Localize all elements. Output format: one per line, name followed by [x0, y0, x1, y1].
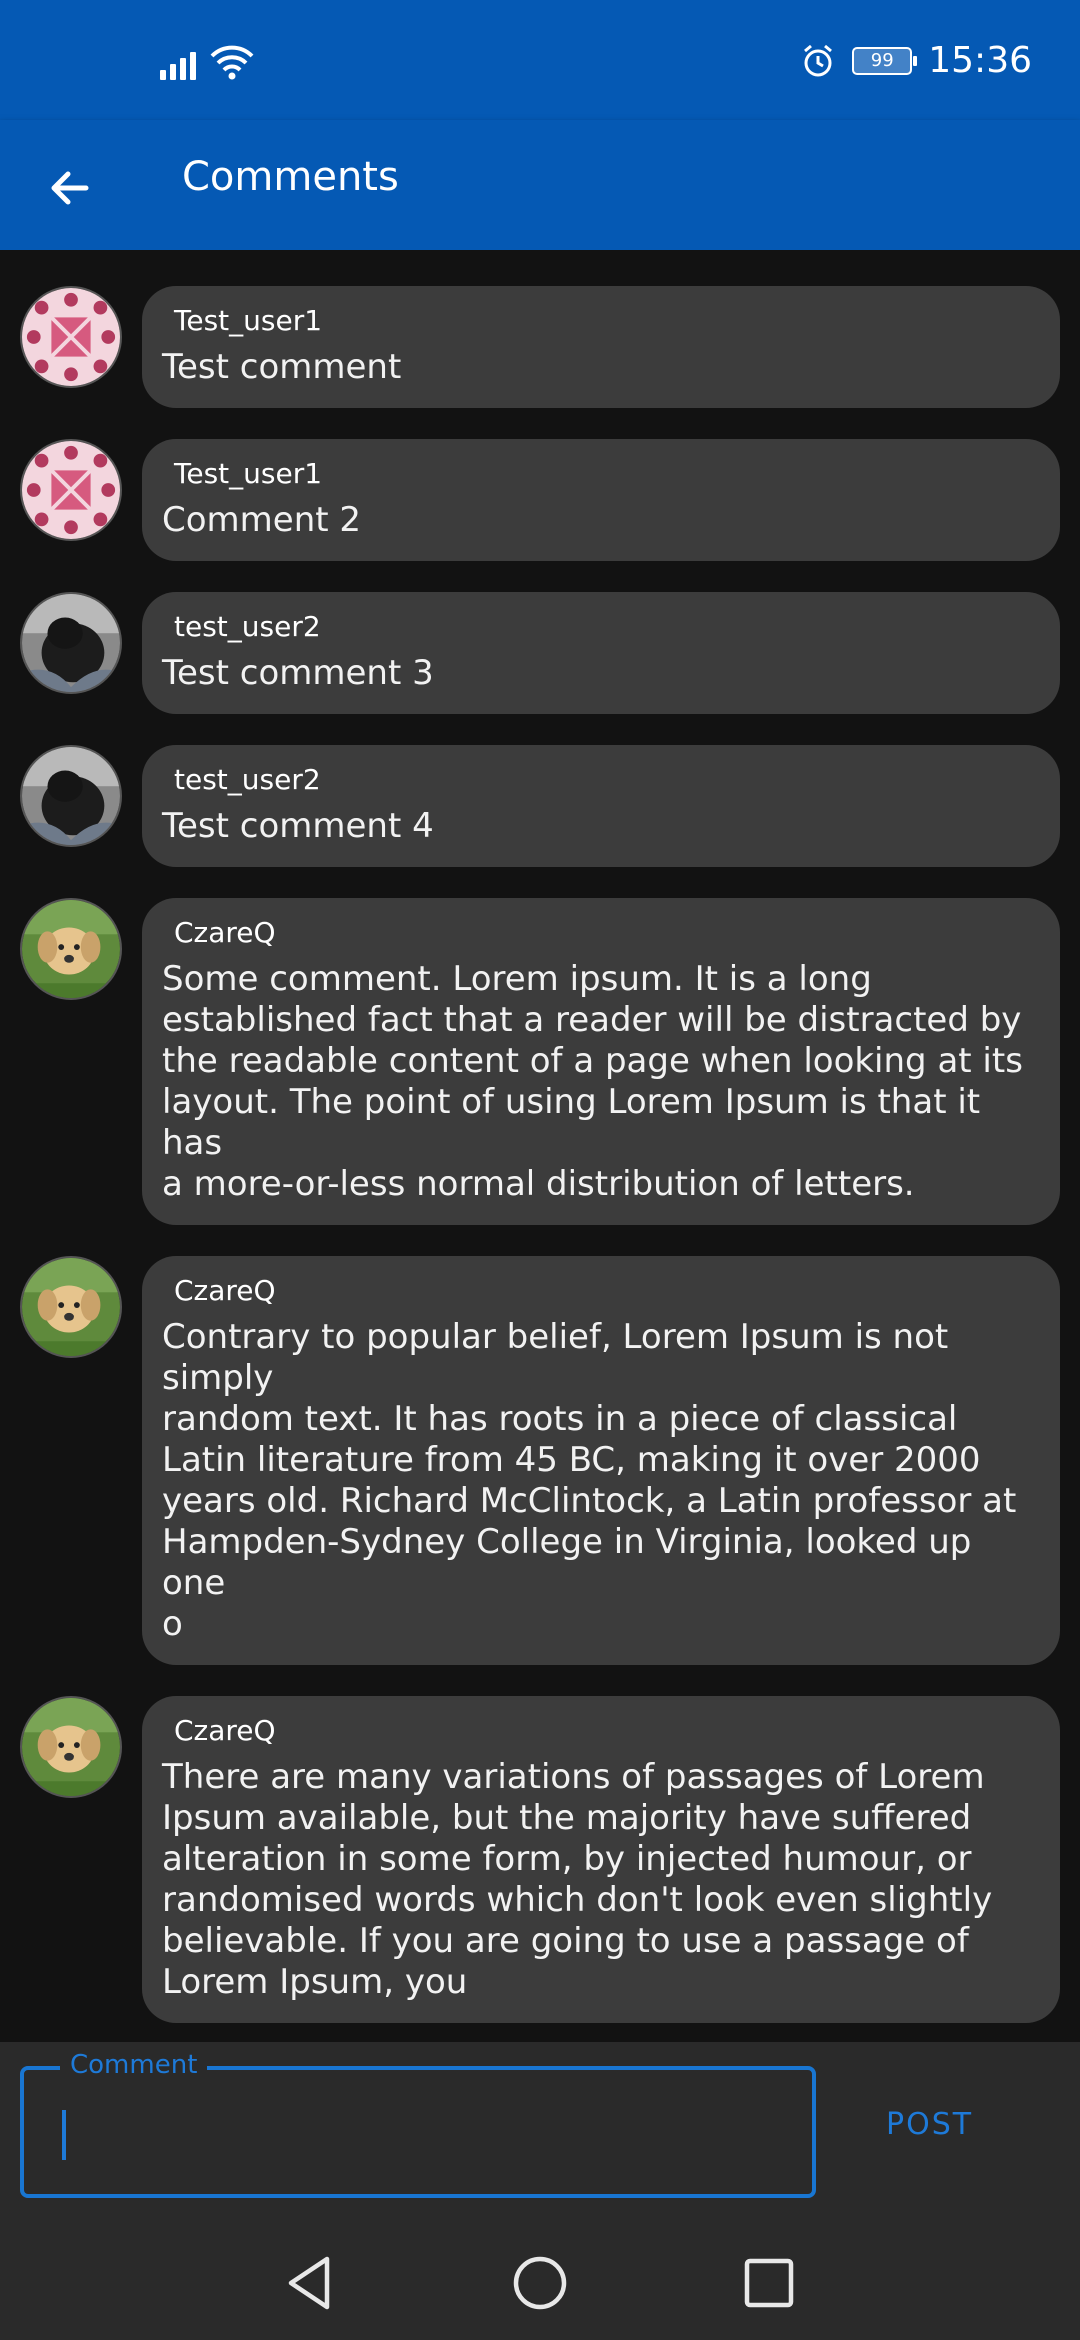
comment-username: test_user2: [174, 610, 321, 643]
comment-username: CzareQ: [174, 1274, 276, 1307]
battery-icon: 99: [852, 46, 918, 75]
comment-input[interactable]: [58, 2110, 788, 2160]
comment-username: test_user2: [174, 763, 321, 796]
comment-username: Test_user1: [174, 457, 323, 490]
comment-bubble: test_user2 Test comment 3: [142, 592, 1060, 714]
comment-username: Test_user1: [174, 304, 323, 337]
comment-text: Comment 2: [162, 500, 362, 540]
comment-username: CzareQ: [174, 1714, 276, 1747]
home-circle-icon: [513, 2256, 567, 2310]
comment-input-area: Comment POST: [0, 2042, 1080, 2222]
comment-item: test_user2 Test comment 3: [0, 592, 1080, 714]
recents-square-icon: [744, 2258, 794, 2308]
nav-home-button[interactable]: [505, 2248, 575, 2318]
puppy-avatar[interactable]: [20, 1696, 122, 1798]
arrow-back-icon: [51, 171, 89, 205]
pattern-avatar[interactable]: [20, 439, 122, 541]
page-title: Comments: [182, 154, 399, 200]
dark-dog-avatar[interactable]: [20, 592, 122, 694]
comment-text: Contrary to popular belief, Lorem Ipsum …: [162, 1317, 1017, 1644]
nav-back-button[interactable]: [274, 2248, 344, 2318]
comment-item: CzareQ Some comment. Lorem ipsum. It is …: [0, 898, 1080, 1225]
comment-bubble: CzareQ There are many variations of pass…: [142, 1696, 1060, 2023]
back-button[interactable]: [30, 148, 110, 228]
comment-text: Test comment: [162, 347, 402, 387]
comment-bubble: CzareQ Some comment. Lorem ipsum. It is …: [142, 898, 1060, 1225]
comment-field[interactable]: Comment: [20, 2050, 816, 2198]
signal-icon: [160, 48, 196, 80]
pattern-avatar[interactable]: [20, 286, 122, 388]
comment-item: Test_user1 Test comment: [0, 286, 1080, 408]
puppy-avatar[interactable]: [20, 898, 122, 1000]
comment-item: CzareQ There are many variations of pass…: [0, 1696, 1080, 2023]
comment-text: Test comment 3: [162, 653, 434, 693]
comment-item: CzareQ Contrary to popular belief, Lorem…: [0, 1256, 1080, 1665]
clock: 15:36: [928, 40, 1032, 81]
status-right: 99 15:36: [800, 40, 1032, 81]
comment-bubble: Test_user1 Test comment: [142, 286, 1060, 408]
comment-field-label: Comment: [60, 2050, 208, 2080]
post-button[interactable]: POST: [880, 2106, 979, 2143]
puppy-avatar[interactable]: [20, 1256, 122, 1358]
battery-level: 99: [870, 50, 894, 71]
status-left: [160, 44, 254, 80]
app-bar: Comments: [0, 120, 1080, 250]
comment-text: Some comment. Lorem ipsum. It is a long …: [162, 959, 1023, 1204]
status-bar: 99 15:36: [0, 0, 1080, 120]
comment-text: Test comment 4: [162, 806, 434, 846]
comment-bubble: Test_user1 Comment 2: [142, 439, 1060, 561]
comments-list[interactable]: Test_user1 Test comment Test_user1 Comme…: [0, 250, 1080, 2042]
back-triangle-icon: [288, 2256, 330, 2310]
comment-bubble: CzareQ Contrary to popular belief, Lorem…: [142, 1256, 1060, 1665]
comment-username: CzareQ: [174, 916, 276, 949]
comment-bubble: test_user2 Test comment 4: [142, 745, 1060, 867]
comment-item: test_user2 Test comment 4: [0, 745, 1080, 867]
wifi-icon: [210, 45, 254, 80]
alarm-icon: [804, 44, 833, 76]
text-caret: [62, 2110, 66, 2160]
dark-dog-avatar[interactable]: [20, 745, 122, 847]
comment-text: There are many variations of passages of…: [162, 1757, 993, 2002]
comment-item: Test_user1 Comment 2: [0, 439, 1080, 561]
nav-recents-button[interactable]: [734, 2248, 804, 2318]
system-nav-bar: [0, 2222, 1080, 2340]
